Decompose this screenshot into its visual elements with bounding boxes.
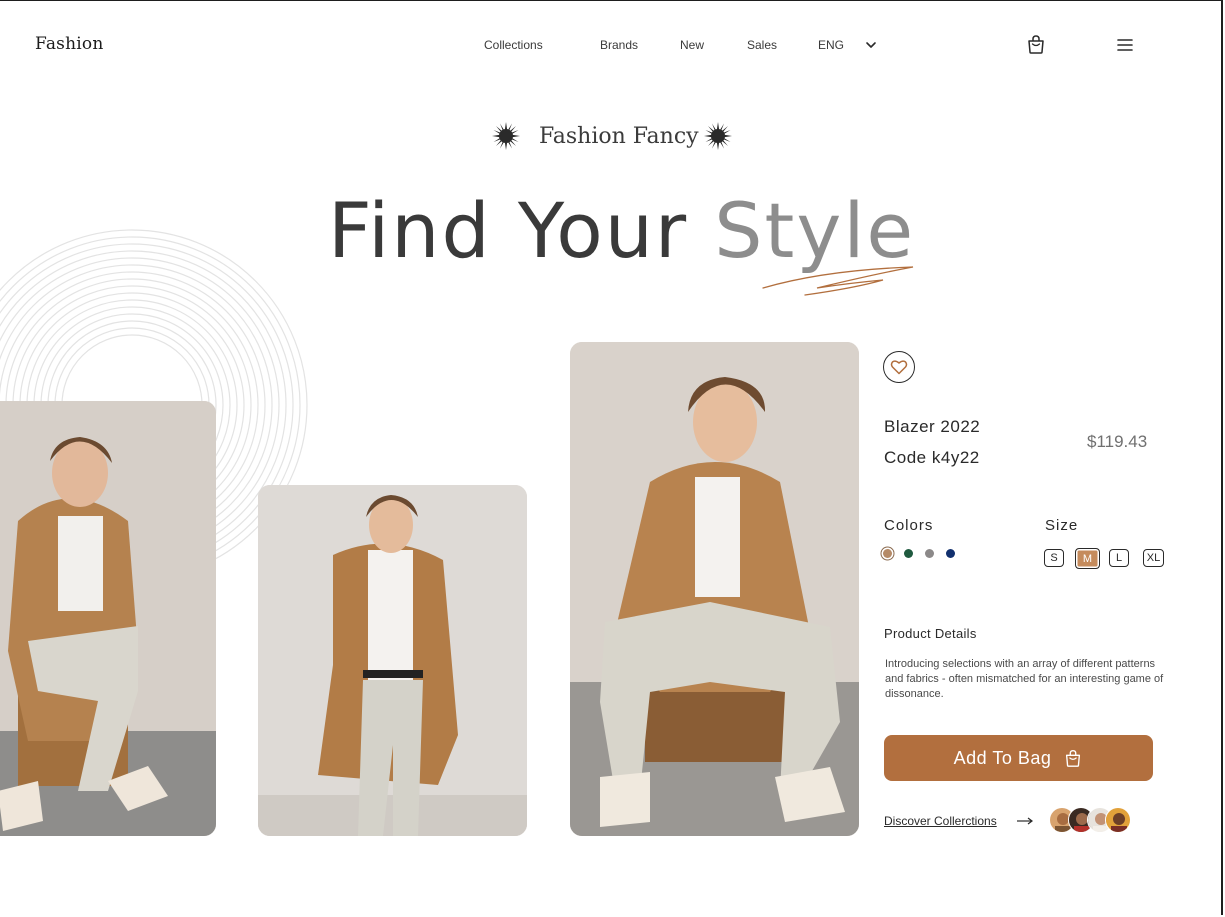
model-seated-image — [0, 401, 216, 836]
size-option-l[interactable]: L — [1109, 549, 1129, 567]
shopping-bag-icon — [1066, 750, 1081, 767]
product-details-text: Introducing selections with an array of … — [885, 658, 1164, 700]
size-option-m[interactable]: M — [1075, 548, 1100, 569]
size-label: Size — [1045, 517, 1079, 534]
starburst-left-icon — [492, 122, 520, 150]
hero-subtitle: Fashion Fancy — [539, 124, 699, 149]
product-photo-main[interactable] — [570, 342, 859, 836]
product-details-title: Product Details — [884, 626, 977, 641]
color-swatch[interactable] — [946, 549, 955, 558]
underline-swoosh — [762, 266, 914, 296]
add-to-bag-button[interactable]: Add To Bag — [884, 735, 1153, 781]
product-photo-2[interactable] — [258, 485, 527, 836]
nav-sales[interactable]: Sales — [747, 38, 777, 52]
language-selector[interactable]: ENG — [818, 38, 844, 52]
nav-collections[interactable]: Collections — [484, 38, 543, 52]
favorite-button[interactable] — [883, 351, 915, 383]
heart-icon — [890, 360, 908, 375]
chevron-down-icon[interactable] — [864, 38, 878, 52]
starburst-right-icon — [704, 122, 732, 150]
arrow-right-icon[interactable] — [1016, 815, 1034, 827]
model-standing-image — [258, 485, 527, 836]
color-swatch[interactable] — [904, 549, 913, 558]
model-seated-front-image — [570, 342, 859, 836]
nav-brands[interactable]: Brands — [600, 38, 638, 52]
product-code: Code k4y22 — [884, 448, 980, 467]
headline-part1: Find Your — [328, 186, 689, 275]
colors-label: Colors — [884, 517, 934, 534]
add-to-bag-label: Add To Bag — [953, 747, 1052, 768]
hamburger-menu-icon[interactable] — [1116, 37, 1134, 53]
nav-new[interactable]: New — [680, 38, 704, 52]
color-swatch[interactable] — [883, 549, 892, 558]
color-swatch[interactable] — [925, 549, 934, 558]
product-photo-1[interactable] — [0, 401, 216, 836]
size-option-s[interactable]: S — [1044, 549, 1064, 567]
shopping-bag-icon[interactable] — [1025, 33, 1047, 55]
avatar[interactable] — [1105, 807, 1131, 833]
product-price: $119.43 — [1087, 432, 1148, 451]
product-name: Blazer 2022 — [884, 417, 981, 436]
discover-collections-link[interactable]: Discover Collerctions — [884, 814, 997, 828]
brand-logo[interactable]: Fashion — [35, 34, 103, 54]
size-option-xl[interactable]: XL — [1143, 549, 1164, 567]
